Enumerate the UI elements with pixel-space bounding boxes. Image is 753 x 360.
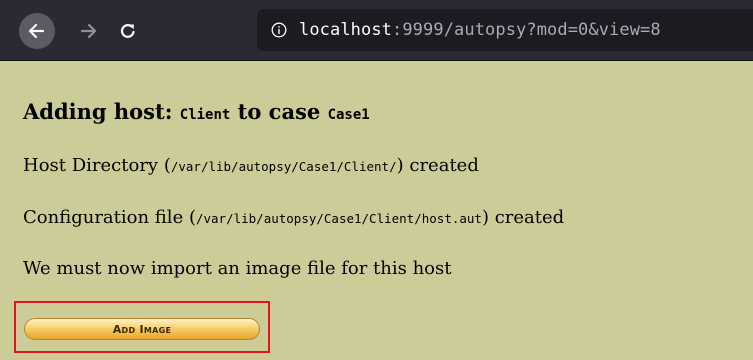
config-file-message: Configuration file (/var/lib/autopsy/Cas… <box>23 207 564 228</box>
heading-middle: to case <box>230 99 328 124</box>
heading-prefix: Adding host: <box>23 99 180 124</box>
host-directory-after: ) created <box>396 155 479 176</box>
info-circle-icon[interactable] <box>271 22 287 38</box>
config-file-before: Configuration file ( <box>23 207 196 228</box>
forward-button[interactable] <box>70 13 106 49</box>
host-name: Client <box>179 107 231 123</box>
case-name: Case1 <box>327 107 370 123</box>
host-directory-before: Host Directory ( <box>23 155 171 176</box>
config-file-after: ) created <box>481 207 565 228</box>
page-content: Adding host: Client to case Case1 Host D… <box>0 61 753 360</box>
browser-window: localhost:9999/autopsy?mod=0&view=8 Addi… <box>0 0 753 360</box>
back-button[interactable] <box>19 13 55 49</box>
arrow-left-icon <box>28 23 45 39</box>
browser-toolbar: localhost:9999/autopsy?mod=0&view=8 <box>0 0 753 61</box>
reload-button[interactable] <box>110 13 146 49</box>
config-file-path: /var/lib/autopsy/Case1/Client/host.aut <box>195 211 482 226</box>
arrow-right-icon <box>80 23 97 39</box>
import-message: We must now import an image file for thi… <box>23 258 452 279</box>
add-image-button[interactable]: Add Image <box>24 318 260 340</box>
url-bar[interactable]: localhost:9999/autopsy?mod=0&view=8 <box>257 9 753 51</box>
url-path: :9999/autopsy?mod=0&view=8 <box>392 20 661 40</box>
page-title: Adding host: Client to case Case1 <box>23 99 370 124</box>
add-image-label: Add Image <box>112 322 172 336</box>
url-text: localhost:9999/autopsy?mod=0&view=8 <box>299 20 661 40</box>
host-directory-message: Host Directory (/var/lib/autopsy/Case1/C… <box>23 155 479 176</box>
url-host: localhost <box>299 20 393 40</box>
host-directory-path: /var/lib/autopsy/Case1/Client/ <box>170 159 397 174</box>
reload-icon <box>120 24 135 38</box>
